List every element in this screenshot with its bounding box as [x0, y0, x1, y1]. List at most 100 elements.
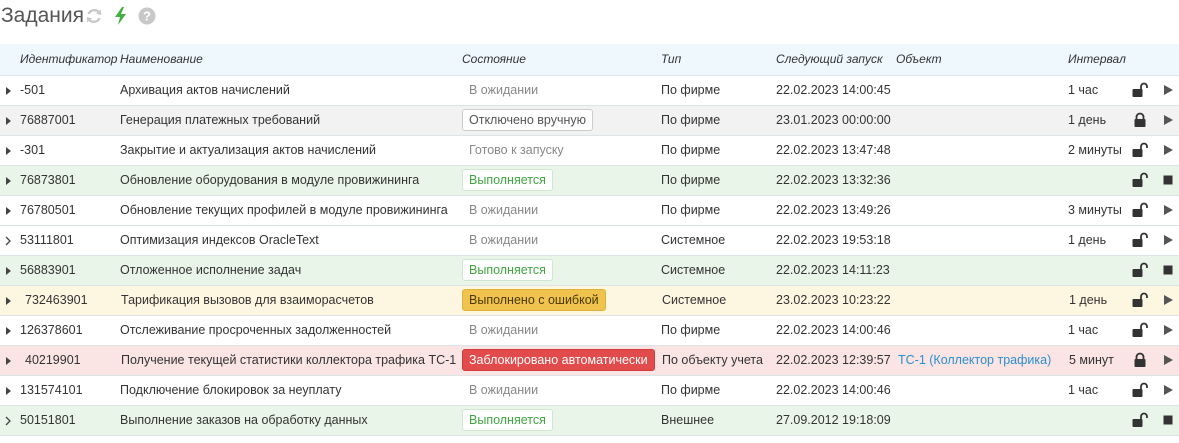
unlock-icon[interactable] [1131, 202, 1149, 218]
table-row[interactable]: 76887001 Генерация платежных требований По… [0, 106, 1179, 136]
table-row[interactable]: -301 Закрытие и актуализация актов начисл… [0, 136, 1179, 166]
job-interval: 1 день [1068, 233, 1107, 247]
play-icon[interactable] [1162, 144, 1174, 156]
table-row[interactable]: 76873801 Обновление оборудования в модуле… [0, 166, 1179, 196]
job-id: 76873801 [20, 173, 76, 187]
job-type: Внешнее [661, 413, 715, 427]
column-header-type[interactable]: Тип [661, 52, 681, 66]
caret-right-icon[interactable] [3, 265, 13, 277]
job-next-run: 22.02.2023 12:39:57 [776, 353, 891, 367]
job-next-run: 22.02.2023 13:47:48 [776, 143, 891, 157]
table-row[interactable]: 56883901 Отложенное исполнение задач Систе… [0, 256, 1179, 286]
job-name: Закрытие и актуализация актов начислений [120, 143, 376, 157]
chevron-right-icon[interactable] [3, 415, 13, 427]
play-icon[interactable] [1162, 234, 1174, 246]
caret-right-icon[interactable] [3, 85, 13, 97]
table-row[interactable]: -501 Архивация актов начислений По фирме 22… [0, 76, 1179, 106]
column-header-next-run[interactable]: Следующий запуск [776, 52, 883, 66]
job-interval: 1 час [1068, 383, 1099, 397]
column-header-interval[interactable]: Интервал [1068, 52, 1126, 66]
job-interval: 2 минуты [1068, 143, 1122, 157]
job-id: 131574101 [20, 383, 83, 397]
unlock-icon[interactable] [1131, 412, 1149, 428]
job-type: По объекту учета [662, 353, 763, 367]
column-header-id[interactable]: Идентификатор [20, 52, 117, 66]
play-icon[interactable] [1162, 384, 1174, 396]
column-header-object[interactable]: Объект [896, 52, 942, 66]
column-header-name[interactable]: Наименование [120, 52, 203, 66]
column-header-state[interactable]: Состояние [462, 52, 526, 66]
job-name: Подключение блокировок за неуплату [120, 383, 342, 397]
play-icon[interactable] [1162, 84, 1174, 96]
help-icon[interactable]: ? [137, 6, 157, 26]
caret-right-icon[interactable] [3, 145, 13, 157]
table-row[interactable]: 131574101 Подключение блокировок за неупл… [0, 376, 1179, 406]
unlock-icon[interactable] [1131, 382, 1149, 398]
job-type: По фирме [661, 113, 721, 127]
play-icon[interactable] [1162, 324, 1174, 336]
job-type: По фирме [661, 203, 721, 217]
table-body: -501 Архивация актов начислений По фирме 22… [0, 76, 1179, 436]
job-type: По фирме [661, 383, 721, 397]
job-type: Системное [662, 293, 727, 307]
job-name: Обновление текущих профилей в модуле про… [120, 203, 448, 217]
job-id: -301 [20, 143, 46, 157]
stop-icon[interactable] [1162, 264, 1174, 276]
table-row[interactable]: 53111801 Оптимизация индексов OracleText С… [0, 226, 1179, 256]
play-icon[interactable] [1162, 354, 1174, 366]
job-interval: 3 минуты [1068, 203, 1122, 217]
unlock-icon[interactable] [1131, 82, 1149, 98]
play-icon[interactable] [1162, 294, 1174, 306]
caret-right-icon[interactable] [3, 355, 13, 367]
job-name: Получение текущей статистики коллектора … [121, 353, 457, 367]
stop-icon[interactable] [1162, 414, 1174, 426]
caret-right-icon[interactable] [3, 295, 13, 307]
table-row[interactable]: 50151801 Выполнение заказов на обработку … [0, 406, 1179, 436]
chevron-right-icon[interactable] [3, 235, 13, 247]
table-row[interactable]: 732463901 Тарификация вызовов для взаимор… [0, 286, 1179, 316]
play-icon[interactable] [1162, 114, 1174, 126]
status-badge: Выполняется [462, 259, 553, 281]
job-name: Обновление оборудования в модуле провижи… [120, 173, 420, 187]
job-interval: 1 день [1069, 293, 1108, 307]
caret-right-icon[interactable] [3, 325, 13, 337]
unlock-icon[interactable] [1131, 142, 1149, 158]
lock-icon[interactable] [1131, 352, 1149, 368]
job-id: 126378601 [20, 323, 83, 337]
page-header: Задания ? [0, 0, 1179, 32]
job-object-link[interactable]: ТС-1 (Коллектор трафика) [898, 353, 1051, 367]
page-title: Задания [1, 4, 84, 27]
job-id: -501 [20, 83, 46, 97]
caret-right-icon[interactable] [3, 385, 13, 397]
play-icon[interactable] [1162, 204, 1174, 216]
status-badge: Готово к запуску [469, 143, 564, 157]
table-row[interactable]: 40219901 Получение текущей статистики кол… [0, 346, 1179, 376]
status-badge: В ожидании [469, 233, 539, 247]
unlock-icon[interactable] [1131, 172, 1149, 188]
caret-right-icon[interactable] [3, 205, 13, 217]
job-id: 732463901 [25, 293, 88, 307]
job-interval: 1 час [1068, 83, 1099, 97]
refresh-icon[interactable] [84, 6, 104, 26]
status-badge: Выполнено с ошибкой [462, 289, 606, 311]
job-type: По фирме [661, 173, 721, 187]
unlock-icon[interactable] [1131, 292, 1149, 308]
stop-icon[interactable] [1162, 174, 1174, 186]
lock-icon[interactable] [1131, 112, 1149, 128]
status-badge: В ожидании [469, 203, 539, 217]
unlock-icon[interactable] [1131, 232, 1149, 248]
caret-right-icon[interactable] [3, 115, 13, 127]
job-next-run: 22.02.2023 14:00:45 [776, 83, 891, 97]
unlock-icon[interactable] [1131, 322, 1149, 338]
job-next-run: 22.02.2023 13:32:36 [776, 173, 891, 187]
table-row[interactable]: 126378601 Отслеживание просроченных задол… [0, 316, 1179, 346]
job-next-run: 22.02.2023 14:00:46 [776, 383, 891, 397]
table-row[interactable]: 76780501 Обновление текущих профилей в мо… [0, 196, 1179, 226]
svg-text:?: ? [143, 9, 151, 24]
unlock-icon[interactable] [1131, 262, 1149, 278]
caret-right-icon[interactable] [3, 175, 13, 187]
job-name: Архивация актов начислений [120, 83, 290, 97]
job-name: Выполнение заказов на обработку данных [120, 413, 368, 427]
lightning-icon[interactable] [111, 6, 131, 26]
job-type: По фирме [661, 143, 721, 157]
